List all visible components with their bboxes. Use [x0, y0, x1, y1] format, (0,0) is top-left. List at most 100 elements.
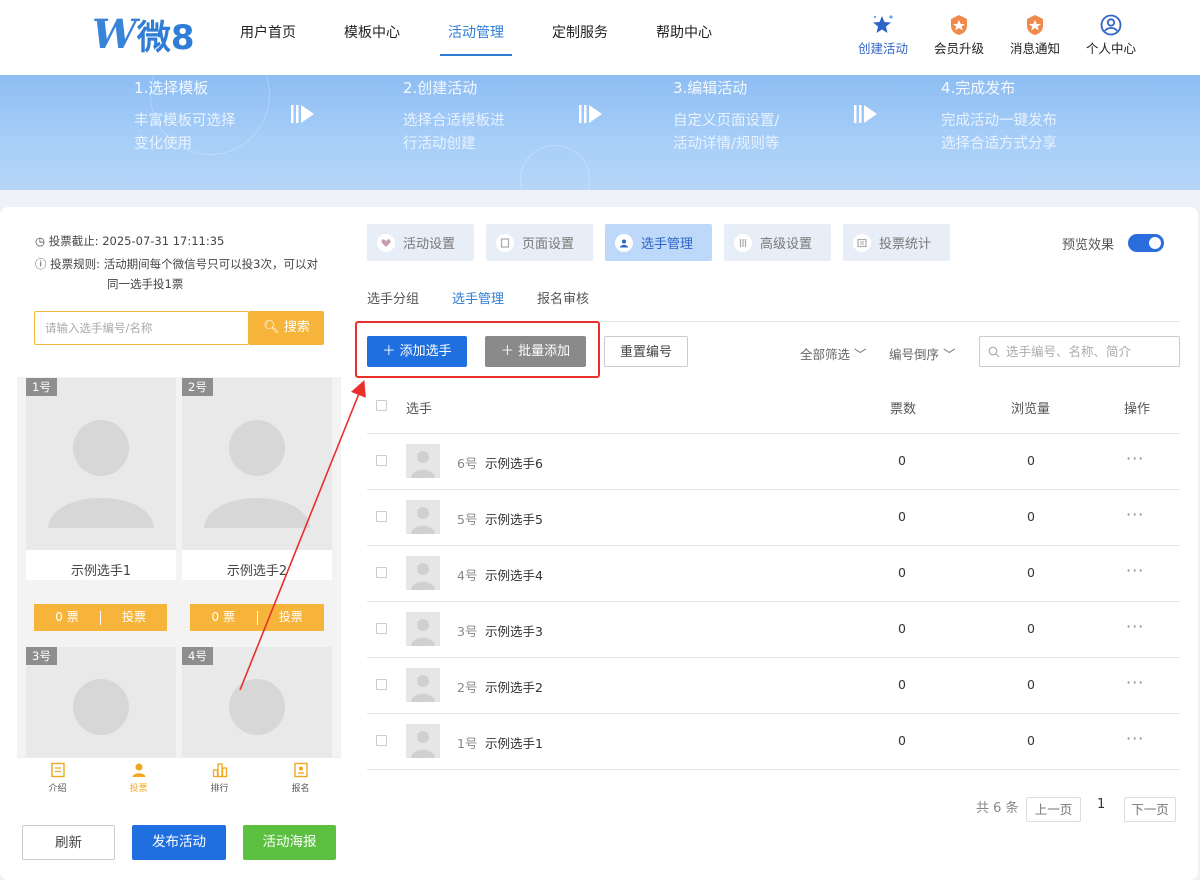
vote-bar[interactable]: 0 票 投票 [190, 604, 324, 631]
player-subtabs: 选手分组 选手管理 报名审核 [367, 288, 622, 307]
table-row[interactable]: 1号 示例选手1 0 0 ··· [367, 714, 1180, 770]
step-desc: 丰富模板可选择 变化使用 [134, 113, 236, 152]
row-checkbox[interactable] [376, 679, 387, 690]
nav-template-center[interactable]: 模板中心 [326, 0, 418, 75]
arrow-right-icon [854, 105, 877, 123]
publish-activity-button[interactable]: 发布活动 [132, 825, 226, 860]
col-player: 选手 [406, 402, 433, 417]
next-page-button[interactable]: 下一页 [1124, 797, 1176, 822]
tab-player-manage[interactable]: 选手管理 [605, 224, 712, 261]
more-actions-button[interactable]: ··· [1126, 729, 1144, 748]
nav-activity-manage[interactable]: 活动管理 [430, 0, 522, 75]
subtab-signup-review[interactable]: 报名审核 [537, 288, 589, 307]
row-checkbox[interactable] [376, 623, 387, 634]
sort-dropdown[interactable]: 编号倒序 ﹀ [889, 344, 956, 363]
steps-banner: 1.选择模板 丰富模板可选择 变化使用 2.创建活动 选择合适模板进 行活动创建 3… [0, 75, 1200, 190]
search-icon [988, 346, 1000, 358]
vote-count: 0 票 [211, 610, 235, 624]
prev-page-button[interactable]: 上一页 [1026, 797, 1081, 822]
vote-count: 0 [898, 453, 906, 468]
ptab-rank[interactable]: 排行 [179, 758, 260, 797]
player-search-button[interactable]: 🔍︎ 搜索 [249, 311, 324, 345]
table-row[interactable]: 2号 示例选手2 0 0 ··· [367, 658, 1180, 714]
player-number: 6号 [457, 456, 478, 471]
ptab-intro[interactable]: 介绍 [17, 758, 98, 797]
table-row[interactable]: 3号 示例选手3 0 0 ··· [367, 602, 1180, 658]
vote-count: 0 [898, 621, 906, 636]
player-avatar [406, 500, 440, 534]
table-row[interactable]: 4号 示例选手4 0 0 ··· [367, 546, 1180, 602]
step-3: 3.编辑活动 自定义页面设置/活动详情/规则等 [673, 75, 779, 156]
more-actions-button[interactable]: ··· [1126, 449, 1144, 468]
sliders-icon [734, 233, 752, 252]
highlight-box [355, 321, 600, 378]
info-icon: ⓘ [35, 257, 47, 271]
logo-mark: W [92, 10, 137, 58]
vote-button[interactable]: 投票 [258, 604, 325, 631]
more-actions-button[interactable]: ··· [1126, 617, 1144, 636]
player-card[interactable]: 2号 示例选手2 [182, 378, 332, 580]
member-upgrade-button[interactable]: 会员升级 [921, 14, 997, 57]
heart-icon [377, 233, 395, 252]
filter-all-dropdown[interactable]: 全部筛选 ﹀ [800, 344, 867, 363]
col-votes: 票数 [890, 402, 917, 417]
player-card[interactable]: 1号 示例选手1 [26, 378, 176, 580]
subtab-player-group[interactable]: 选手分组 [367, 288, 419, 307]
step-desc: 自定义页面设置/活动详情/规则等 [673, 113, 780, 152]
player-search-input[interactable]: 请输入选手编号/名称 [34, 311, 249, 345]
tab-advanced-settings[interactable]: 高级设置 [724, 224, 831, 261]
table-row[interactable]: 6号 示例选手6 0 0 ··· [367, 434, 1180, 490]
ptab-vote[interactable]: 投票 [98, 758, 179, 797]
deadline-value: 2025-07-31 17:11:35 [102, 234, 225, 248]
create-activity-button[interactable]: 创建活动 [845, 14, 921, 57]
notification-button[interactable]: 消息通知 [997, 14, 1073, 57]
personal-center-button[interactable]: 个人中心 [1073, 14, 1149, 57]
preview-tabbar: 介绍 投票 排行 报名 [17, 757, 341, 797]
person-icon [615, 233, 633, 252]
chevron-down-icon: ﹀ [854, 347, 867, 362]
preview-effect-toggle[interactable] [1128, 234, 1164, 252]
player-number-badge: 4号 [182, 647, 213, 665]
top-header: W 微8 用户首页 模板中心 活动管理 定制服务 帮助中心 创建活动 会员升级 … [0, 0, 1200, 75]
table-row[interactable]: 5号 示例选手5 0 0 ··· [367, 490, 1180, 546]
tab-page-settings[interactable]: 页面设置 [486, 224, 593, 261]
view-count: 0 [1027, 453, 1035, 468]
logo-text: 微8 [136, 17, 195, 58]
refresh-button[interactable]: 刷新 [22, 825, 115, 860]
select-all-checkbox[interactable] [376, 400, 387, 411]
player-search-field[interactable]: 选手编号、名称、简介 [979, 336, 1180, 367]
current-page[interactable]: 1 [1097, 797, 1105, 812]
vote-count: 0 [898, 677, 906, 692]
step-title: 2.创建活动 [403, 79, 478, 97]
nav-user-home[interactable]: 用户首页 [222, 0, 314, 75]
ptab-signup[interactable]: 报名 [260, 758, 341, 797]
nav-custom-service[interactable]: 定制服务 [534, 0, 626, 75]
create-activity-label: 创建活动 [857, 41, 908, 56]
player-avatar [406, 556, 440, 590]
view-count: 0 [1027, 565, 1035, 580]
reset-number-button[interactable]: 重置编号 [604, 336, 688, 367]
vote-bar[interactable]: 0 票 投票 [34, 604, 167, 631]
step-desc: 完成活动一键发布 选择合适方式分享 [941, 113, 1057, 152]
logo[interactable]: W 微8 [92, 10, 195, 58]
rule-text: 活动期间每个微信号只可以投3次，可以对 [103, 257, 319, 271]
row-checkbox[interactable] [376, 735, 387, 746]
nav-help-center[interactable]: 帮助中心 [638, 0, 730, 75]
more-actions-button[interactable]: ··· [1126, 673, 1144, 692]
tab-activity-settings[interactable]: 活动设置 [367, 224, 474, 261]
row-checkbox[interactable] [376, 567, 387, 578]
player-number-badge: 2号 [182, 378, 213, 396]
player-avatar [406, 724, 440, 758]
row-checkbox[interactable] [376, 455, 387, 466]
mobile-preview: ◷ 投票截止: 2025-07-31 17:11:35 ⓘ 投票规则: 活动期间… [17, 207, 341, 785]
subtab-player-manage[interactable]: 选手管理 [452, 288, 504, 307]
more-actions-button[interactable]: ··· [1126, 505, 1144, 524]
row-checkbox[interactable] [376, 511, 387, 522]
player-number: 4号 [457, 568, 478, 583]
settings-tabs: 活动设置 页面设置 选手管理 高级设置 投票统计 [367, 224, 962, 261]
tab-vote-statistics[interactable]: 投票统计 [843, 224, 950, 261]
vote-button[interactable]: 投票 [101, 604, 167, 631]
step-title: 1.选择模板 [134, 79, 209, 97]
activity-poster-button[interactable]: 活动海报 [243, 825, 336, 860]
more-actions-button[interactable]: ··· [1126, 561, 1144, 580]
